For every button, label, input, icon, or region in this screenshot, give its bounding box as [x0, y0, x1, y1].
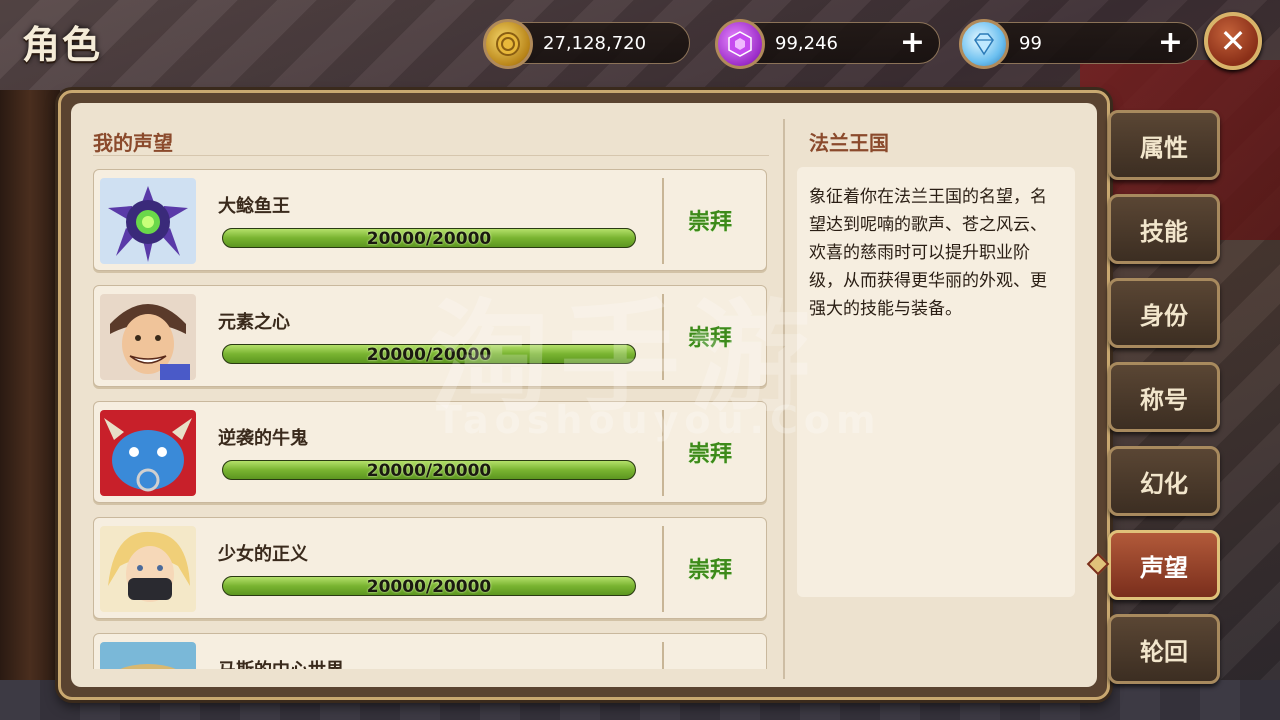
sea-urchin-creature-icon: [100, 178, 196, 264]
reputation-name: 大鲶鱼王: [218, 196, 290, 217]
page-title: 角色: [22, 23, 103, 67]
diamond-currency: 99 +: [959, 19, 1198, 69]
add-diamond-button[interactable]: +: [1158, 27, 1183, 59]
reputation-card[interactable]: 逆袭的牛鬼 20000/20000 崇拜: [93, 401, 767, 503]
progress-text: 20000/20000: [366, 577, 492, 596]
reputation-progress-bar: 20000/20000: [222, 576, 636, 596]
card-separator: [662, 642, 664, 669]
tab-identity[interactable]: 身份: [1108, 278, 1220, 348]
card-separator: [662, 410, 664, 496]
tab-titles[interactable]: 称号: [1108, 362, 1220, 432]
gold-amount: 27,128,720: [543, 32, 647, 54]
reputation-progress-bar: 20000/20000: [222, 460, 636, 480]
reputation-rank: 崇拜: [688, 210, 733, 235]
tab-skills[interactable]: 技能: [1108, 194, 1220, 264]
faction-title: 法兰王国: [809, 131, 889, 155]
panel-divider: [783, 119, 785, 679]
character-panel: 我的声望 大鲶鱼王 20000/20000 崇拜 元素之心 20000/2000…: [58, 90, 1110, 700]
reputation-name: 少女的正义: [218, 544, 308, 565]
gem-currency: 99,246 +: [715, 19, 940, 69]
grinning-man-portrait: [100, 294, 196, 380]
reputation-rank: 崇拜: [688, 558, 733, 583]
faction-description: 象征着你在法兰王国的名望，名望达到呢喃的歌声、苍之风云、欢喜的慈雨时可以提升职业…: [797, 167, 1075, 597]
card-separator: [662, 294, 664, 380]
card-separator: [662, 526, 664, 612]
tab-reincarnation[interactable]: 轮回: [1108, 614, 1220, 684]
panel-content: 我的声望 大鲶鱼王 20000/20000 崇拜 元素之心 20000/2000…: [71, 103, 1097, 687]
reputation-progress-bar: 20000/20000: [222, 344, 636, 364]
reputation-card[interactable]: 大鲶鱼王 20000/20000 崇拜: [93, 169, 767, 271]
masked-blonde-girl-portrait: [100, 526, 196, 612]
reputation-rank: 崇拜: [688, 326, 733, 351]
reputation-rank: 崇拜: [688, 442, 733, 467]
partial-portrait: [100, 642, 196, 669]
tab-reputation[interactable]: 声望: [1108, 530, 1220, 600]
background-pillar: [0, 90, 60, 720]
reputation-name: 逆袭的牛鬼: [218, 428, 308, 449]
reputation-card[interactable]: 元素之心 20000/20000 崇拜: [93, 285, 767, 387]
card-separator: [662, 178, 664, 264]
reputation-section-title: 我的声望: [93, 131, 173, 155]
progress-text: 20000/20000: [366, 345, 492, 364]
reputation-name: 元素之心: [218, 312, 290, 333]
section-divider: [93, 155, 769, 156]
tab-transmog[interactable]: 幻化: [1108, 446, 1220, 516]
add-gem-button[interactable]: +: [900, 27, 925, 59]
reputation-card[interactable]: 少女的正义 20000/20000 崇拜: [93, 517, 767, 619]
gold-currency: 27,128,720: [483, 19, 690, 69]
progress-text: 20000/20000: [366, 461, 492, 480]
reputation-card[interactable]: 马斯的中心世界: [93, 633, 767, 669]
tab-attributes[interactable]: 属性: [1108, 110, 1220, 180]
gold-coin-icon: [483, 19, 533, 69]
progress-text: 20000/20000: [366, 229, 492, 248]
diamond-icon: [959, 19, 1009, 69]
reputation-name: 马斯的中心世界: [218, 656, 344, 669]
purple-gem-icon: [715, 19, 765, 69]
diamond-amount: 99: [1019, 32, 1042, 54]
close-button[interactable]: ✕: [1204, 12, 1262, 70]
gem-amount: 99,246: [775, 32, 838, 54]
reputation-progress-bar: 20000/20000: [222, 228, 636, 248]
blue-ox-demon-portrait: [100, 410, 196, 496]
reputation-list[interactable]: 大鲶鱼王 20000/20000 崇拜 元素之心 20000/20000 崇拜 …: [93, 169, 769, 669]
